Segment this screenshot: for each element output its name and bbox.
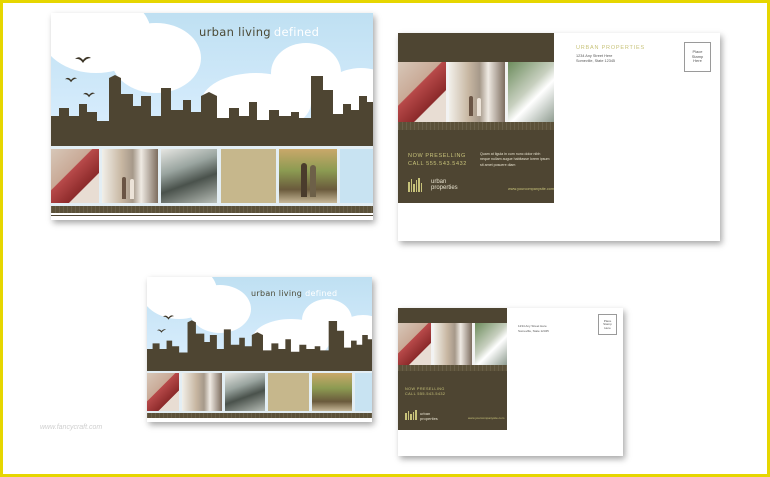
photo-staircase — [475, 323, 507, 365]
sky-background: urban living defined — [147, 277, 372, 370]
headline-accent: defined — [305, 289, 338, 298]
stamp-box: Place Stamp Here — [684, 42, 711, 72]
address-line-1: 1234 Any Street Here — [576, 54, 613, 58]
divider-line — [51, 215, 373, 216]
bird-icon — [157, 329, 166, 333]
phone-number: CALL 555.543.5432 — [408, 161, 467, 167]
brown-info-panel: NOW PRESELLING CALL 555.543.5432 urban p… — [398, 371, 507, 430]
brown-band — [51, 134, 373, 146]
brown-header — [398, 33, 554, 62]
brown-info-panel: NOW PRESELLING CALL 555.543.5432 Quam at… — [398, 130, 554, 203]
photo-strip — [398, 62, 554, 122]
brown-header — [398, 308, 507, 323]
photo-couple-window — [449, 62, 505, 122]
photo-sky-block — [340, 149, 373, 203]
photo-tan-block — [221, 149, 276, 203]
headline-accent: defined — [273, 25, 320, 39]
photo-strip — [398, 323, 507, 365]
bird-icon — [75, 56, 91, 63]
photo-living-room — [51, 149, 99, 203]
postcard-back-small: NOW PRESELLING CALL 555.543.5432 urban p… — [398, 308, 623, 456]
now-preselling: NOW PRESELLING — [405, 387, 445, 391]
headline: urban living defined — [199, 25, 319, 39]
brown-band — [147, 362, 372, 371]
photo-couple-walking — [312, 373, 352, 411]
headline-main: urban living — [199, 25, 271, 39]
website: www.yourcompanysite.com — [508, 187, 554, 191]
logo-icon — [408, 178, 422, 192]
phone-number: CALL 555.543.5432 — [405, 392, 446, 396]
stamp-box: Place Stamp Here — [598, 314, 617, 335]
bird-icon — [83, 92, 95, 98]
blurb-text: Quam at ligula in cum nunc dolor nibh ne… — [480, 152, 550, 167]
address-line-2: Someville, State 12345 — [518, 329, 549, 333]
website: www.yourcompanysite.com — [468, 416, 505, 420]
photo-couple-walking — [279, 149, 337, 203]
photo-sky-block — [355, 373, 372, 411]
watermark-text: www.fancycraft.com — [40, 424, 103, 431]
sky-background: urban living defined — [51, 13, 373, 146]
bird-icon — [163, 315, 174, 320]
photo-couple-window — [434, 323, 472, 365]
photo-tan-block — [268, 373, 309, 411]
pattern-band — [51, 206, 373, 213]
photo-hallway — [225, 373, 265, 411]
pattern-band — [147, 413, 372, 418]
photo-couple-window — [102, 149, 158, 203]
logo-icon — [405, 410, 417, 420]
photo-strip — [147, 371, 372, 413]
company-name: URBAN PROPERTIES — [576, 45, 645, 51]
address-line-1: 1234 Any Street Here — [518, 324, 547, 328]
logo-word-properties: properties — [431, 185, 458, 191]
address-line-2: Someville, State 12345 — [576, 59, 616, 63]
postcard-front-small: urban living defined — [147, 277, 372, 422]
postcard-back-large: NOW PRESELLING CALL 555.543.5432 Quam at… — [398, 33, 720, 241]
photo-couple-window — [182, 373, 222, 411]
bird-icon — [65, 77, 77, 83]
photo-hallway — [161, 149, 217, 203]
photo-living-room — [398, 323, 431, 365]
pattern-band — [398, 122, 554, 130]
photo-living-room — [147, 373, 179, 411]
headline: urban living defined — [251, 289, 337, 298]
now-preselling: NOW PRESELLING — [408, 153, 466, 159]
photo-staircase — [508, 62, 554, 122]
postcard-front-large: urban living defined — [51, 13, 373, 220]
logo-word-properties: properties — [420, 416, 438, 421]
photo-living-room — [398, 62, 446, 122]
photo-strip — [51, 146, 373, 206]
headline-main: urban living — [251, 289, 303, 298]
